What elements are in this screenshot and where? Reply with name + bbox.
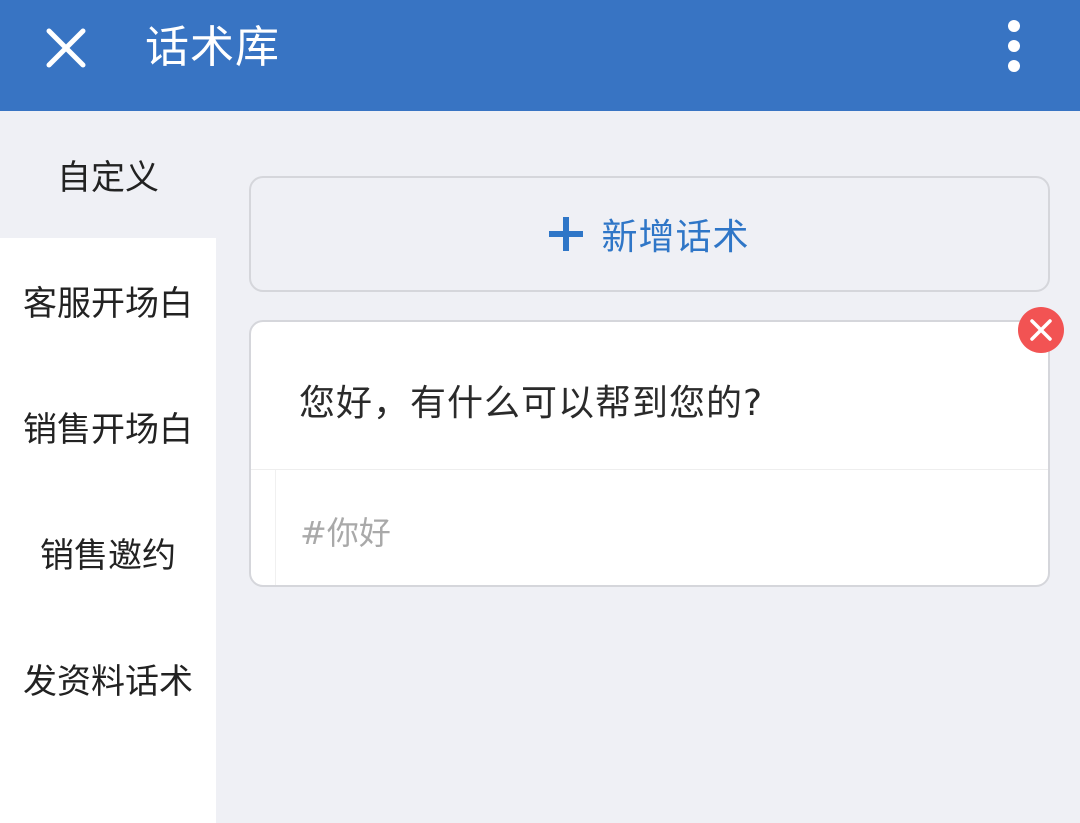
sidebar-item-service-opening[interactable]: 客服开场白 xyxy=(0,237,216,363)
sidebar-item-label: 客服开场白 xyxy=(23,283,193,324)
sidebar-item-sales-opening[interactable]: 销售开场白 xyxy=(0,363,216,489)
script-card[interactable]: 您好，有什么可以帮到您的? #你好 xyxy=(249,320,1050,587)
category-sidebar: 自定义 客服开场白 销售开场白 销售邀约 发资料话术 xyxy=(0,111,216,823)
plus-icon xyxy=(549,217,584,251)
add-script-button[interactable]: 新增话术 xyxy=(249,176,1050,292)
script-tag: #你好 xyxy=(300,514,391,552)
sidebar-item-label: 销售邀约 xyxy=(40,535,176,576)
more-vertical-icon xyxy=(1008,20,1020,72)
app-bar: 话术库 xyxy=(0,0,1080,111)
delete-script-button[interactable] xyxy=(1018,307,1064,353)
close-button[interactable] xyxy=(36,18,96,78)
sidebar-item-label: 销售开场白 xyxy=(23,409,193,450)
sidebar-item-label: 发资料话术 xyxy=(23,661,193,702)
close-icon xyxy=(46,28,86,68)
main-content: 新增话术 您好，有什么可以帮到您的? #你好 xyxy=(216,111,1080,823)
sidebar-item-sales-invitation[interactable]: 销售邀约 xyxy=(0,489,216,615)
sidebar-item-send-materials[interactable]: 发资料话术 xyxy=(0,615,216,741)
sidebar-item-custom[interactable]: 自定义 xyxy=(0,111,216,237)
script-text: 您好，有什么可以帮到您的? xyxy=(299,383,764,424)
add-script-label: 新增话术 xyxy=(601,217,750,258)
sidebar-item-label: 自定义 xyxy=(57,157,159,198)
tag-area[interactable]: #你好 xyxy=(275,470,1036,585)
more-options-button[interactable] xyxy=(992,14,1036,80)
page-title: 话术库 xyxy=(145,22,280,73)
delete-icon xyxy=(1018,307,1064,353)
